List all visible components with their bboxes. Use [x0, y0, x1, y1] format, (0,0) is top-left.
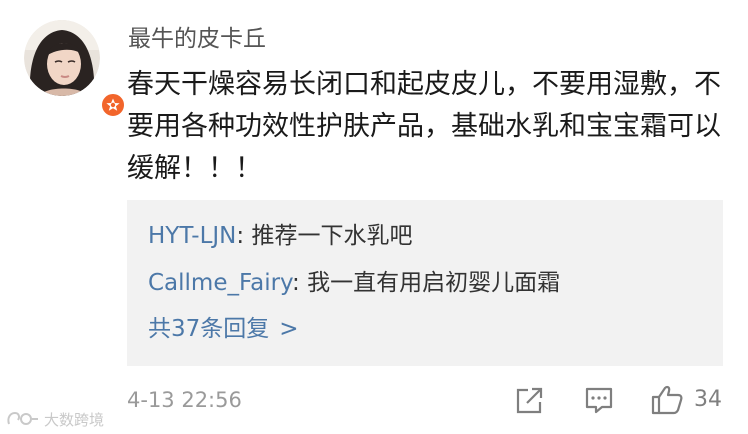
- reply-username[interactable]: HYT-LJN: [148, 223, 236, 249]
- watermark: 大数跨境: [6, 408, 104, 430]
- replies-box[interactable]: HYT-LJN: 推荐一下水乳吧 Callme_Fairy: 我一直有用启初婴儿…: [127, 200, 723, 366]
- more-replies-label: 共37条回复: [148, 316, 270, 342]
- more-replies-link[interactable]: 共37条回复 >: [148, 313, 299, 345]
- comment-text: 春天干燥容易长闭口和起皮皮儿，不要用湿敷，不要用各种功效性护肤产品，基础水乳和宝…: [127, 69, 721, 184]
- reply-text: 推荐一下水乳吧: [251, 223, 413, 249]
- thumbs-up-icon[interactable]: [651, 384, 685, 416]
- reply-item[interactable]: HYT-LJN: 推荐一下水乳吧: [148, 220, 412, 252]
- verified-badge-icon: [100, 92, 126, 118]
- like-count: 34: [694, 387, 722, 412]
- comment-icon[interactable]: [584, 384, 614, 416]
- chevron-right-icon: >: [279, 316, 299, 342]
- share-icon[interactable]: [515, 384, 545, 416]
- comment-item: 最牛的皮卡丘 春天干燥容易长闭口和起皮皮儿，不要用湿敷，不要用各种功效性护肤产品…: [0, 0, 748, 434]
- reply-separator: :: [236, 223, 252, 249]
- avatar-photo: [24, 20, 100, 96]
- reply-separator: :: [292, 270, 308, 296]
- reply-username[interactable]: Callme_Fairy: [148, 270, 292, 296]
- watermark-logo-icon: [7, 411, 38, 425]
- avatar[interactable]: [24, 20, 126, 118]
- watermark-text: 大数跨境: [44, 410, 105, 429]
- timestamp: 4-13 22:56: [127, 388, 242, 412]
- username[interactable]: 最牛的皮卡丘: [128, 24, 266, 54]
- reply-text: 我一直有用启初婴儿面霜: [307, 270, 561, 296]
- reply-item[interactable]: Callme_Fairy: 我一直有用启初婴儿面霜: [148, 267, 560, 299]
